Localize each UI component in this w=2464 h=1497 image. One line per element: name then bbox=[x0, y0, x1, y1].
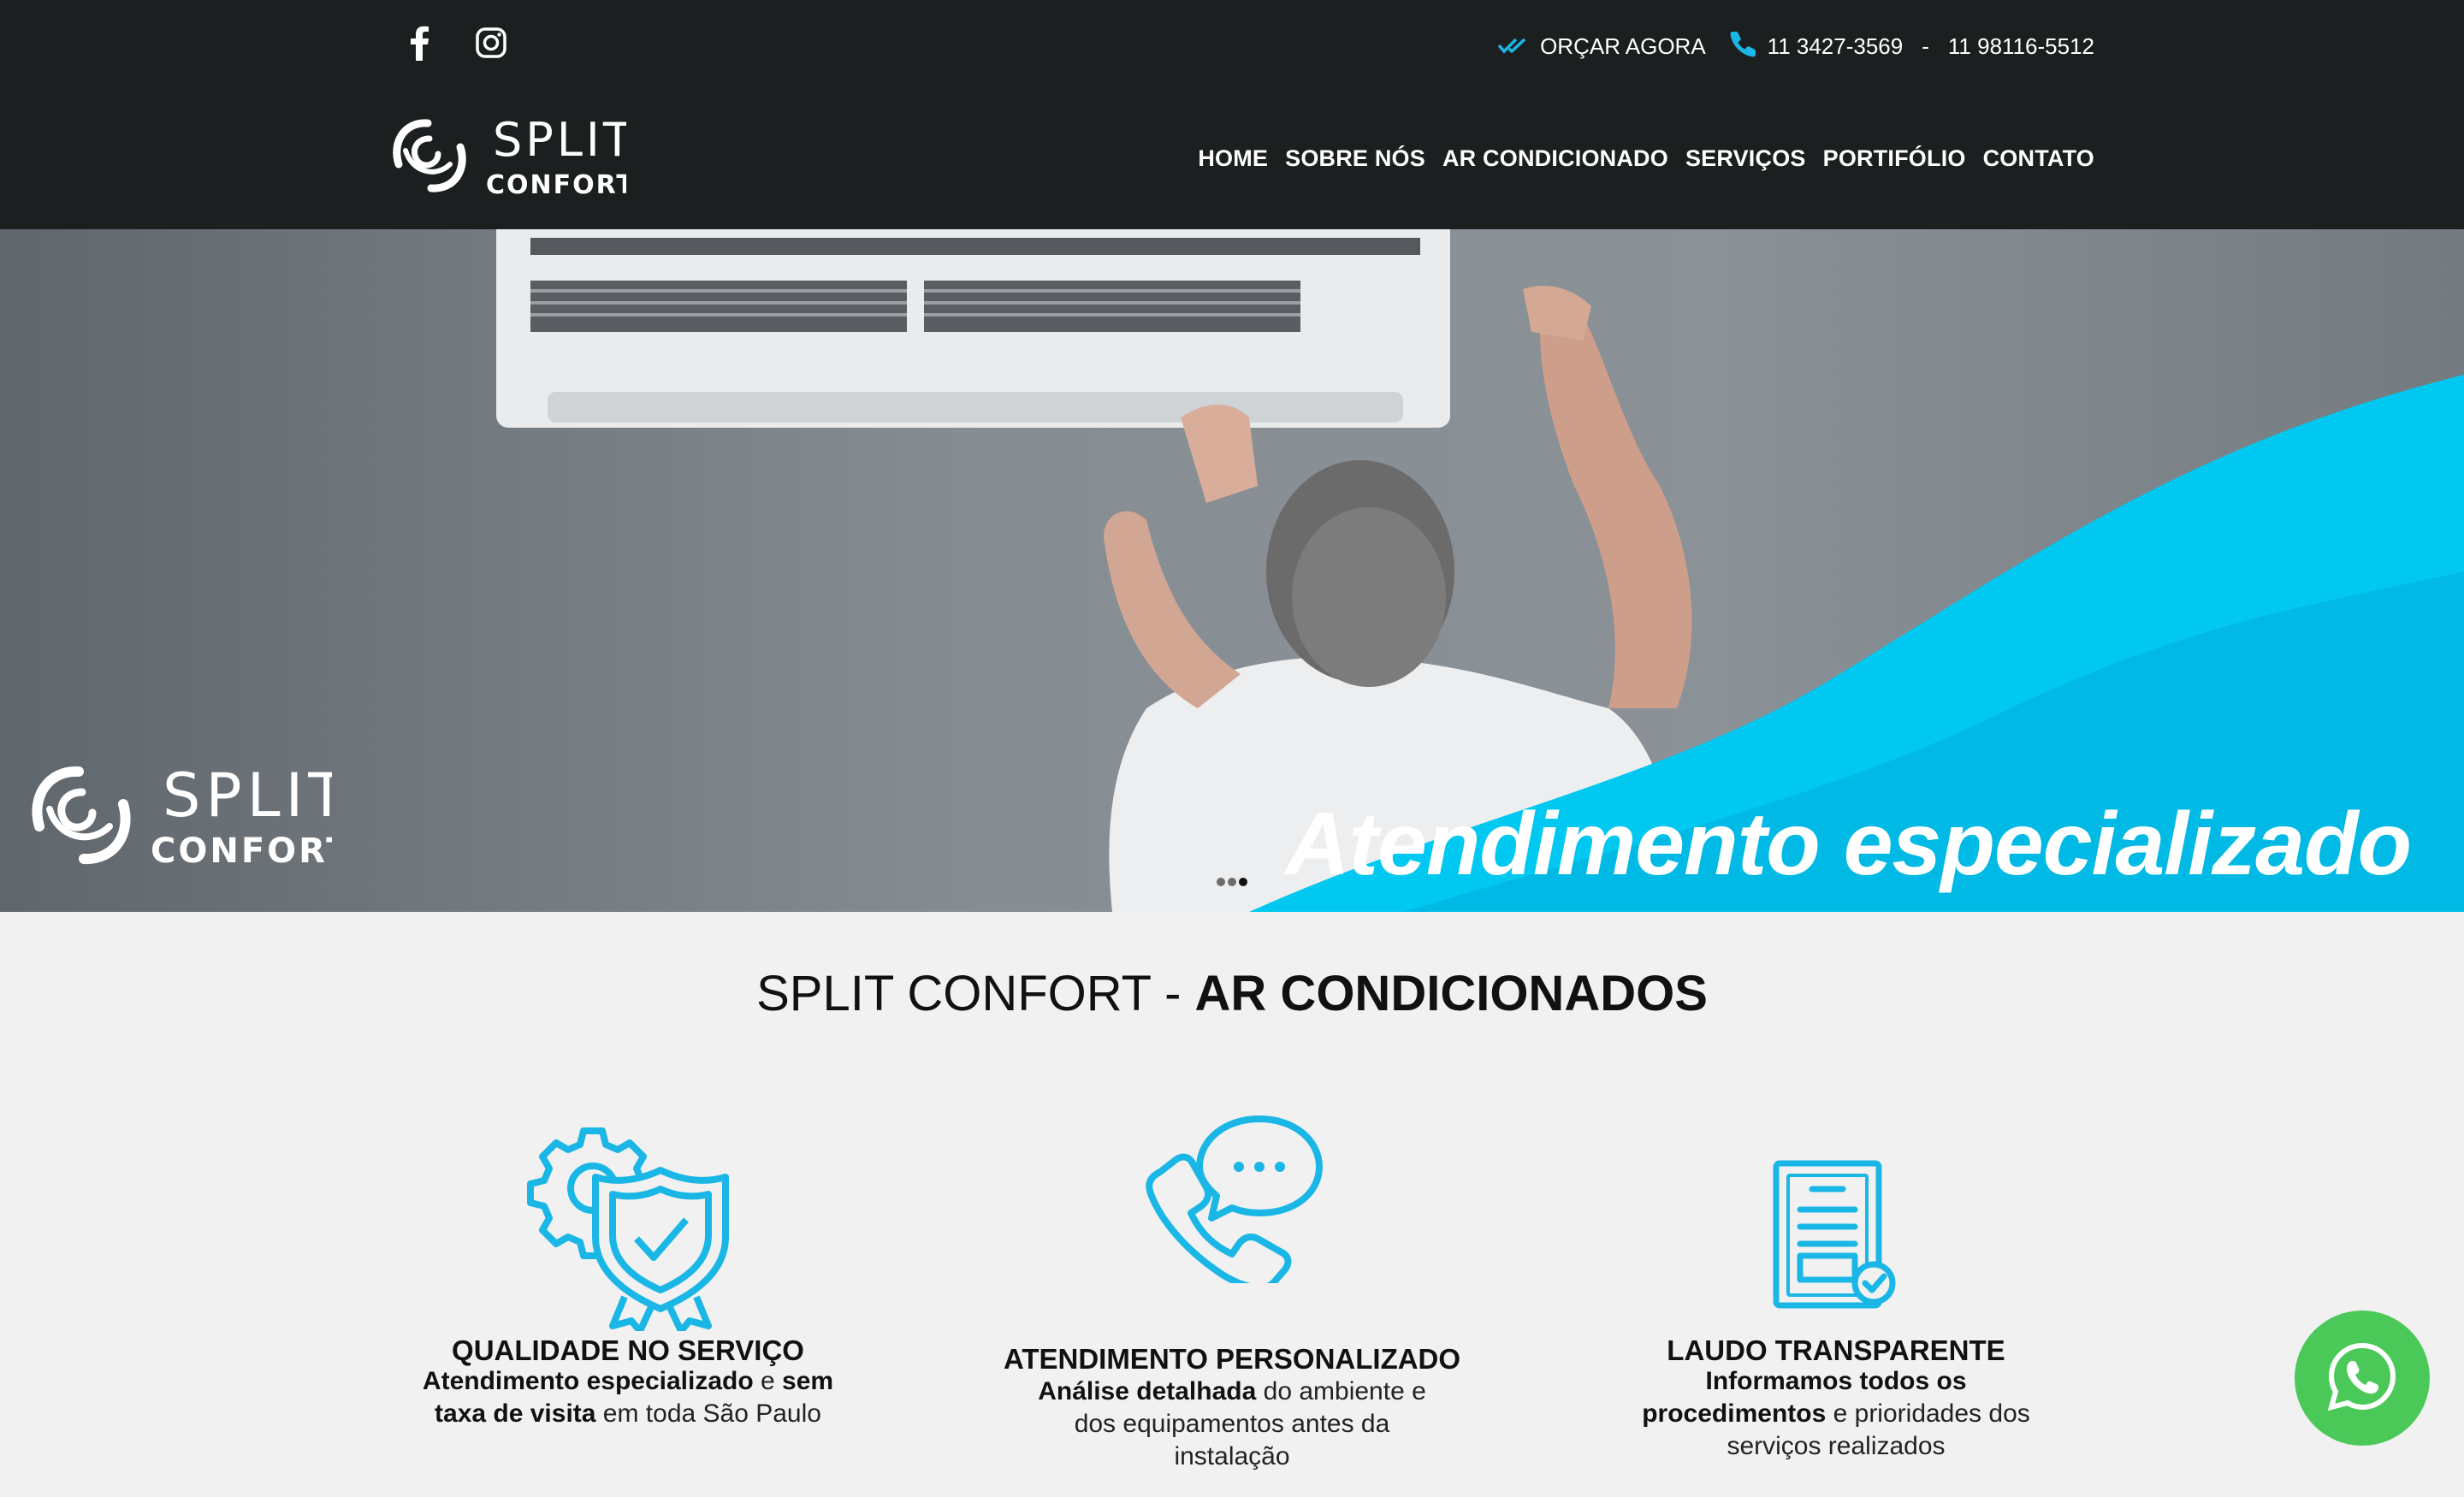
slider-dot[interactable] bbox=[1228, 878, 1236, 886]
phone-separator: - bbox=[1922, 33, 1929, 59]
nav-servicos[interactable]: SERVIÇOS bbox=[1685, 145, 1806, 172]
whatsapp-icon bbox=[2326, 1340, 2398, 1417]
hero-logo-line2: CONFORT bbox=[151, 831, 332, 871]
hero-slider[interactable]: SPLIT CONFORT Atendimento especializado bbox=[0, 229, 2464, 912]
logo-line1: SPLIT bbox=[493, 113, 626, 167]
double-check-icon bbox=[1497, 33, 1530, 60]
feature-title: ATENDIMENTO PERSONALIZADO bbox=[1003, 1343, 1461, 1375]
nav-home[interactable]: HOME bbox=[1198, 145, 1268, 172]
instagram-icon[interactable] bbox=[474, 22, 508, 63]
feature-description: Atendimento especializado e sem taxa de … bbox=[422, 1367, 834, 1428]
section-title-light: SPLIT CONFORT - bbox=[756, 966, 1195, 1021]
nav-sobre-nos[interactable]: SOBRE NÓS bbox=[1285, 145, 1425, 172]
site-logo[interactable]: SPLIT CONFORT bbox=[387, 113, 634, 200]
feature-title: QUALIDADE NO SERVIÇO bbox=[452, 1334, 804, 1366]
gear-shield-check-icon bbox=[525, 1126, 739, 1335]
hero-tagline: Atendimento especializado bbox=[1285, 795, 2412, 894]
phone-number-2[interactable]: 11 98116-5512 bbox=[1948, 33, 2094, 60]
slider-dots bbox=[1217, 878, 1247, 886]
contact-bar: ORÇAR AGORA 11 3427-3569 - 11 98116-5512 bbox=[1497, 31, 2094, 62]
social-links bbox=[402, 22, 508, 63]
phone-link[interactable]: 11 3427-3569 bbox=[1730, 30, 1904, 63]
nav-contato[interactable]: CONTATO bbox=[1983, 145, 2094, 172]
nav-ar-condicionado[interactable]: AR CONDICIONADO bbox=[1442, 145, 1668, 172]
section-title: SPLIT CONFORT - AR CONDICIONADOS bbox=[0, 965, 2464, 1022]
phone-icon bbox=[1730, 30, 1757, 63]
slider-dot[interactable] bbox=[1217, 878, 1225, 886]
logo-line2: CONFORT bbox=[486, 170, 626, 198]
phone-chat-icon bbox=[1138, 1112, 1326, 1292]
section-title-bold: AR CONDICIONADOS bbox=[1194, 966, 1708, 1021]
report-check-icon bbox=[1771, 1158, 1899, 1317]
quote-label: ORÇAR AGORA bbox=[1540, 33, 1706, 59]
slider-dot-active[interactable] bbox=[1239, 878, 1247, 886]
site-header: ORÇAR AGORA 11 3427-3569 - 11 98116-5512… bbox=[0, 0, 2464, 229]
feature-title: LAUDO TRANSPARENTE bbox=[1667, 1334, 2005, 1366]
main-nav: HOME SOBRE NÓS AR CONDICIONADO SERVIÇOS … bbox=[1198, 145, 2094, 172]
hero-logo: SPLIT CONFORT bbox=[24, 760, 349, 871]
feature-description: Informamos todos os procedimentos e prio… bbox=[1642, 1367, 2030, 1460]
whatsapp-button[interactable] bbox=[2295, 1311, 2430, 1446]
quote-link[interactable]: ORÇAR AGORA bbox=[1497, 33, 1706, 60]
hero-logo-line1: SPLIT bbox=[163, 760, 332, 831]
nav-portifolio[interactable]: PORTIFÓLIO bbox=[1823, 145, 1966, 172]
facebook-icon[interactable] bbox=[402, 22, 436, 63]
feature-description: Análise detalhada do ambiente e dos equi… bbox=[1038, 1377, 1426, 1470]
phone-number-1: 11 3427-3569 bbox=[1767, 33, 1904, 59]
